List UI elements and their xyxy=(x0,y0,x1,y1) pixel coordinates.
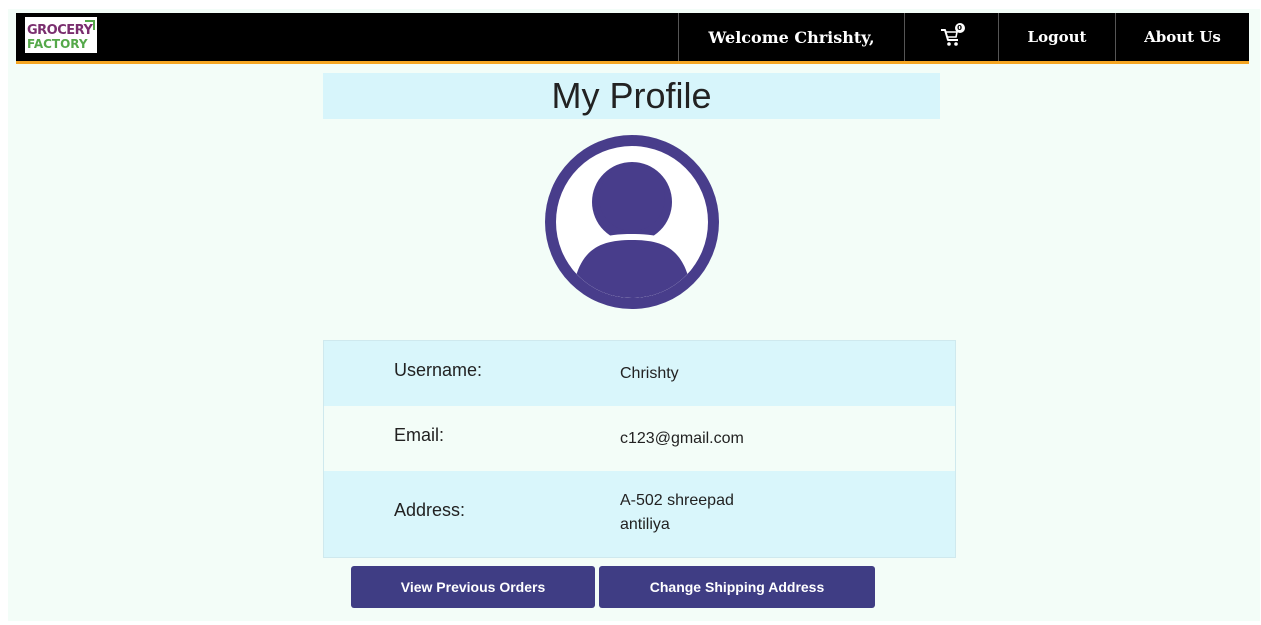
welcome-message: Welcome Chrishty, xyxy=(678,13,904,61)
address-line1: A-502 shreepad xyxy=(620,492,734,509)
brand-logo[interactable]: GROCERY FACTORY xyxy=(25,17,97,53)
username-value: Chrishty xyxy=(620,365,679,382)
logo-line2: FACTORY xyxy=(27,37,88,51)
nav-menu: Welcome Chrishty, 0 Logout About Us xyxy=(678,13,1249,61)
cart-icon: 0 xyxy=(940,23,965,48)
email-label: Email: xyxy=(394,425,445,445)
logo-arrow-icon xyxy=(85,20,95,30)
page-title-banner: My Profile xyxy=(323,73,940,119)
about-us-link[interactable]: About Us xyxy=(1115,13,1249,61)
address-line2: antiliya xyxy=(620,516,670,533)
username-label: Username: xyxy=(394,360,483,380)
page-title: My Profile xyxy=(551,75,712,116)
cart-button[interactable]: 0 xyxy=(904,13,998,61)
table-row: Email: c123@gmail.com xyxy=(324,406,955,471)
address-label: Address: xyxy=(394,500,466,520)
email-value: c123@gmail.com xyxy=(620,430,744,447)
logout-link[interactable]: Logout xyxy=(998,13,1115,61)
view-previous-orders-button[interactable]: View Previous Orders xyxy=(351,566,595,608)
table-row: Address: A-502 shreepad antiliya xyxy=(324,471,955,557)
cart-count-badge: 0 xyxy=(954,23,965,33)
profile-details-table: Username: Chrishty Email: c123@gmail.com… xyxy=(323,340,956,558)
top-navbar: GROCERY FACTORY Welcome Chrishty, 0 Logo… xyxy=(16,13,1249,64)
logo-line1: GROCERY xyxy=(27,23,93,38)
user-avatar-icon xyxy=(540,130,724,314)
table-row: Username: Chrishty xyxy=(324,341,955,406)
change-shipping-address-button[interactable]: Change Shipping Address xyxy=(599,566,875,608)
address-value: A-502 shreepad antiliya xyxy=(620,489,734,537)
